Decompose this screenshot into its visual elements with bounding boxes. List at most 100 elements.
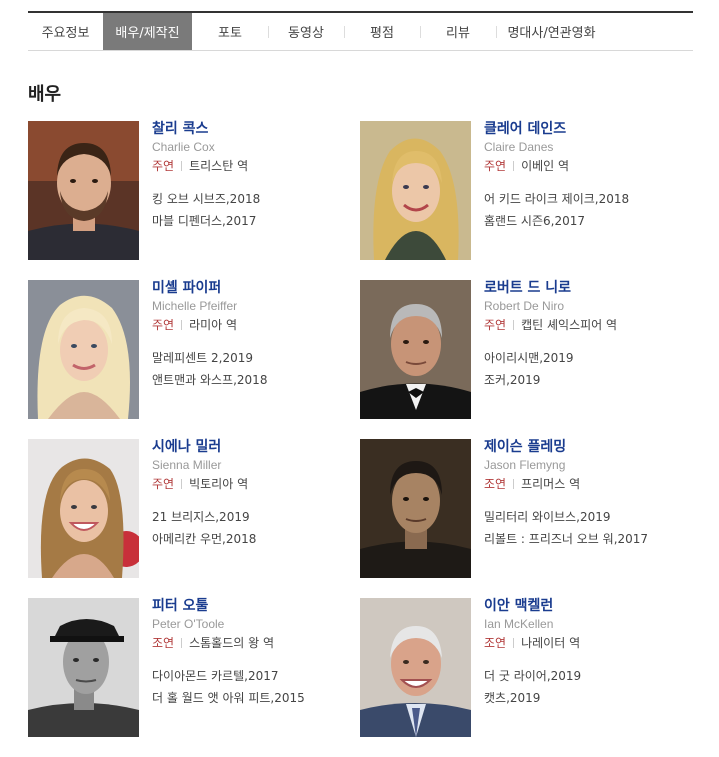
film-link[interactable]: 밀리터리 와이브스,2019 (484, 506, 648, 528)
actor-photo[interactable] (360, 121, 471, 260)
role-name: 캡틴 셰익스피어 역 (521, 318, 618, 332)
filmography: 어 키드 라이크 제이크,2018 홈랜드 시즌6,2017 (484, 188, 629, 232)
actor-card: 피터 오툴 Peter O'Toole 조연 스톰홀드의 왕 역 다이아몬드 카… (28, 598, 360, 737)
role-line: 주연 이베인 역 (484, 158, 629, 174)
film-link[interactable]: 아이리시맨,2019 (484, 347, 617, 369)
role-line: 주연 빅토리아 역 (152, 476, 256, 492)
actor-photo[interactable] (28, 280, 139, 419)
actor-name-ko[interactable]: 이안 맥켈런 (484, 598, 581, 614)
tab-main-info[interactable]: 주요정보 (28, 13, 103, 50)
actor-name-ko[interactable]: 피터 오툴 (152, 598, 305, 614)
actor-name-en: Michelle Pfeiffer (152, 299, 238, 313)
filmography: 다이아몬드 카르텔,2017 더 홀 월드 앳 아워 피트,2015 (152, 665, 305, 709)
actor-grid: 찰리 콕스 Charlie Cox 주연 트리스탄 역 킹 오브 시브즈,201… (28, 121, 693, 737)
portrait-woman-smile-icon (28, 439, 139, 578)
role-name: 프리머스 역 (521, 477, 581, 491)
portrait-man-bw-icon (28, 598, 139, 737)
portrait-woman-platinum-icon (28, 280, 139, 419)
role-type: 주연 (152, 477, 175, 491)
actor-photo[interactable] (28, 439, 139, 578)
section-title: 배우 (28, 84, 62, 105)
role-line: 조연 프리머스 역 (484, 476, 648, 492)
role-divider (513, 320, 515, 330)
tab-bar: 주요정보 배우/제작진 포토 동영상 평점 리뷰 명대사/연관영화 (28, 11, 693, 51)
film-link[interactable]: 아메리칸 우먼,2018 (152, 528, 256, 550)
actor-name-ko[interactable]: 클레어 데인즈 (484, 121, 629, 137)
actor-photo[interactable] (360, 280, 471, 419)
film-link[interactable]: 어 키드 라이크 제이크,2018 (484, 188, 629, 210)
film-link[interactable]: 더 홀 월드 앳 아워 피트,2015 (152, 687, 305, 709)
role-divider (513, 479, 515, 489)
actor-card: 찰리 콕스 Charlie Cox 주연 트리스탄 역 킹 오브 시브즈,201… (28, 121, 360, 260)
actor-card: 로버트 드 니로 Robert De Niro 주연 캡틴 셰익스피어 역 아이… (360, 280, 693, 419)
actor-name-ko[interactable]: 시에나 밀러 (152, 439, 256, 455)
role-name: 나레이터 역 (521, 636, 581, 650)
role-line: 주연 라미아 역 (152, 317, 267, 333)
film-link[interactable]: 홈랜드 시즌6,2017 (484, 210, 629, 232)
film-link[interactable]: 마블 디펜더스,2017 (152, 210, 260, 232)
actor-name-en: Charlie Cox (152, 140, 215, 154)
role-type: 주연 (484, 159, 507, 173)
filmography: 말레피센트 2,2019 앤트맨과 와스프,2018 (152, 347, 267, 391)
role-divider (513, 161, 515, 171)
portrait-man-dark-icon (360, 439, 471, 578)
film-link[interactable]: 조커,2019 (484, 369, 617, 391)
film-link[interactable]: 리볼트 : 프리즈너 오브 워,2017 (484, 528, 648, 550)
role-line: 주연 캡틴 셰익스피어 역 (484, 317, 617, 333)
tab-cast-crew[interactable]: 배우/제작진 (103, 13, 192, 50)
film-link[interactable]: 캣츠,2019 (484, 687, 581, 709)
actor-name-en: Ian McKellen (484, 617, 554, 631)
actor-name-ko[interactable]: 로버트 드 니로 (484, 280, 617, 296)
actor-name-ko[interactable]: 찰리 콕스 (152, 121, 260, 137)
role-line: 조연 스톰홀드의 왕 역 (152, 635, 305, 651)
tab-videos[interactable]: 동영상 (268, 13, 344, 50)
portrait-man-tuxedo-icon (360, 280, 471, 419)
role-type: 주연 (484, 318, 507, 332)
role-name: 이베인 역 (521, 159, 570, 173)
tab-ratings[interactable]: 평점 (344, 13, 420, 50)
film-link[interactable]: 더 굿 라이어,2019 (484, 665, 581, 687)
actor-name-en: Robert De Niro (484, 299, 565, 313)
role-divider (181, 161, 183, 171)
role-type: 조연 (484, 477, 507, 491)
actor-card: 제이슨 플레밍 Jason Flemyng 조연 프리머스 역 밀리터리 와이브… (360, 439, 693, 578)
actor-name-en: Peter O'Toole (152, 617, 225, 631)
tab-quotes-related[interactable]: 명대사/연관영화 (496, 13, 607, 50)
role-type: 조연 (484, 636, 507, 650)
filmography: 밀리터리 와이브스,2019 리볼트 : 프리즈너 오브 워,2017 (484, 506, 648, 550)
portrait-man-elder-icon (360, 598, 471, 737)
film-link[interactable]: 21 브리지스,2019 (152, 506, 256, 528)
role-divider (181, 320, 183, 330)
actor-photo[interactable] (360, 439, 471, 578)
actor-card: 이안 맥켈런 Ian McKellen 조연 나레이터 역 더 굿 라이어,20… (360, 598, 693, 737)
filmography: 아이리시맨,2019 조커,2019 (484, 347, 617, 391)
role-name: 스톰홀드의 왕 역 (189, 636, 275, 650)
role-divider (181, 638, 183, 648)
role-divider (513, 638, 515, 648)
film-link[interactable]: 말레피센트 2,2019 (152, 347, 267, 369)
role-name: 라미아 역 (189, 318, 238, 332)
film-link[interactable]: 다이아몬드 카르텔,2017 (152, 665, 305, 687)
actor-photo[interactable] (28, 121, 139, 260)
actor-card: 시에나 밀러 Sienna Miller 주연 빅토리아 역 21 브리지스,2… (28, 439, 360, 578)
filmography: 21 브리지스,2019 아메리칸 우먼,2018 (152, 506, 256, 550)
actor-card: 미셸 파이퍼 Michelle Pfeiffer 주연 라미아 역 말레피센트 … (28, 280, 360, 419)
actor-name-en: Claire Danes (484, 140, 554, 154)
film-link[interactable]: 킹 오브 시브즈,2018 (152, 188, 260, 210)
actor-name-ko[interactable]: 제이슨 플레밍 (484, 439, 648, 455)
role-type: 조연 (152, 636, 175, 650)
filmography: 더 굿 라이어,2019 캣츠,2019 (484, 665, 581, 709)
actor-photo[interactable] (360, 598, 471, 737)
role-line: 주연 트리스탄 역 (152, 158, 260, 174)
actor-card: 클레어 데인즈 Claire Danes 주연 이베인 역 어 키드 라이크 제… (360, 121, 693, 260)
actor-photo[interactable] (28, 598, 139, 737)
film-link[interactable]: 앤트맨과 와스프,2018 (152, 369, 267, 391)
actor-name-ko[interactable]: 미셸 파이퍼 (152, 280, 267, 296)
portrait-man-beard-icon (28, 121, 139, 260)
portrait-woman-blonde-icon (360, 121, 471, 260)
actor-name-en: Jason Flemyng (484, 458, 566, 472)
filmography: 킹 오브 시브즈,2018 마블 디펜더스,2017 (152, 188, 260, 232)
tab-photos[interactable]: 포토 (192, 13, 268, 50)
tab-reviews[interactable]: 리뷰 (420, 13, 496, 50)
role-name: 트리스탄 역 (189, 159, 249, 173)
